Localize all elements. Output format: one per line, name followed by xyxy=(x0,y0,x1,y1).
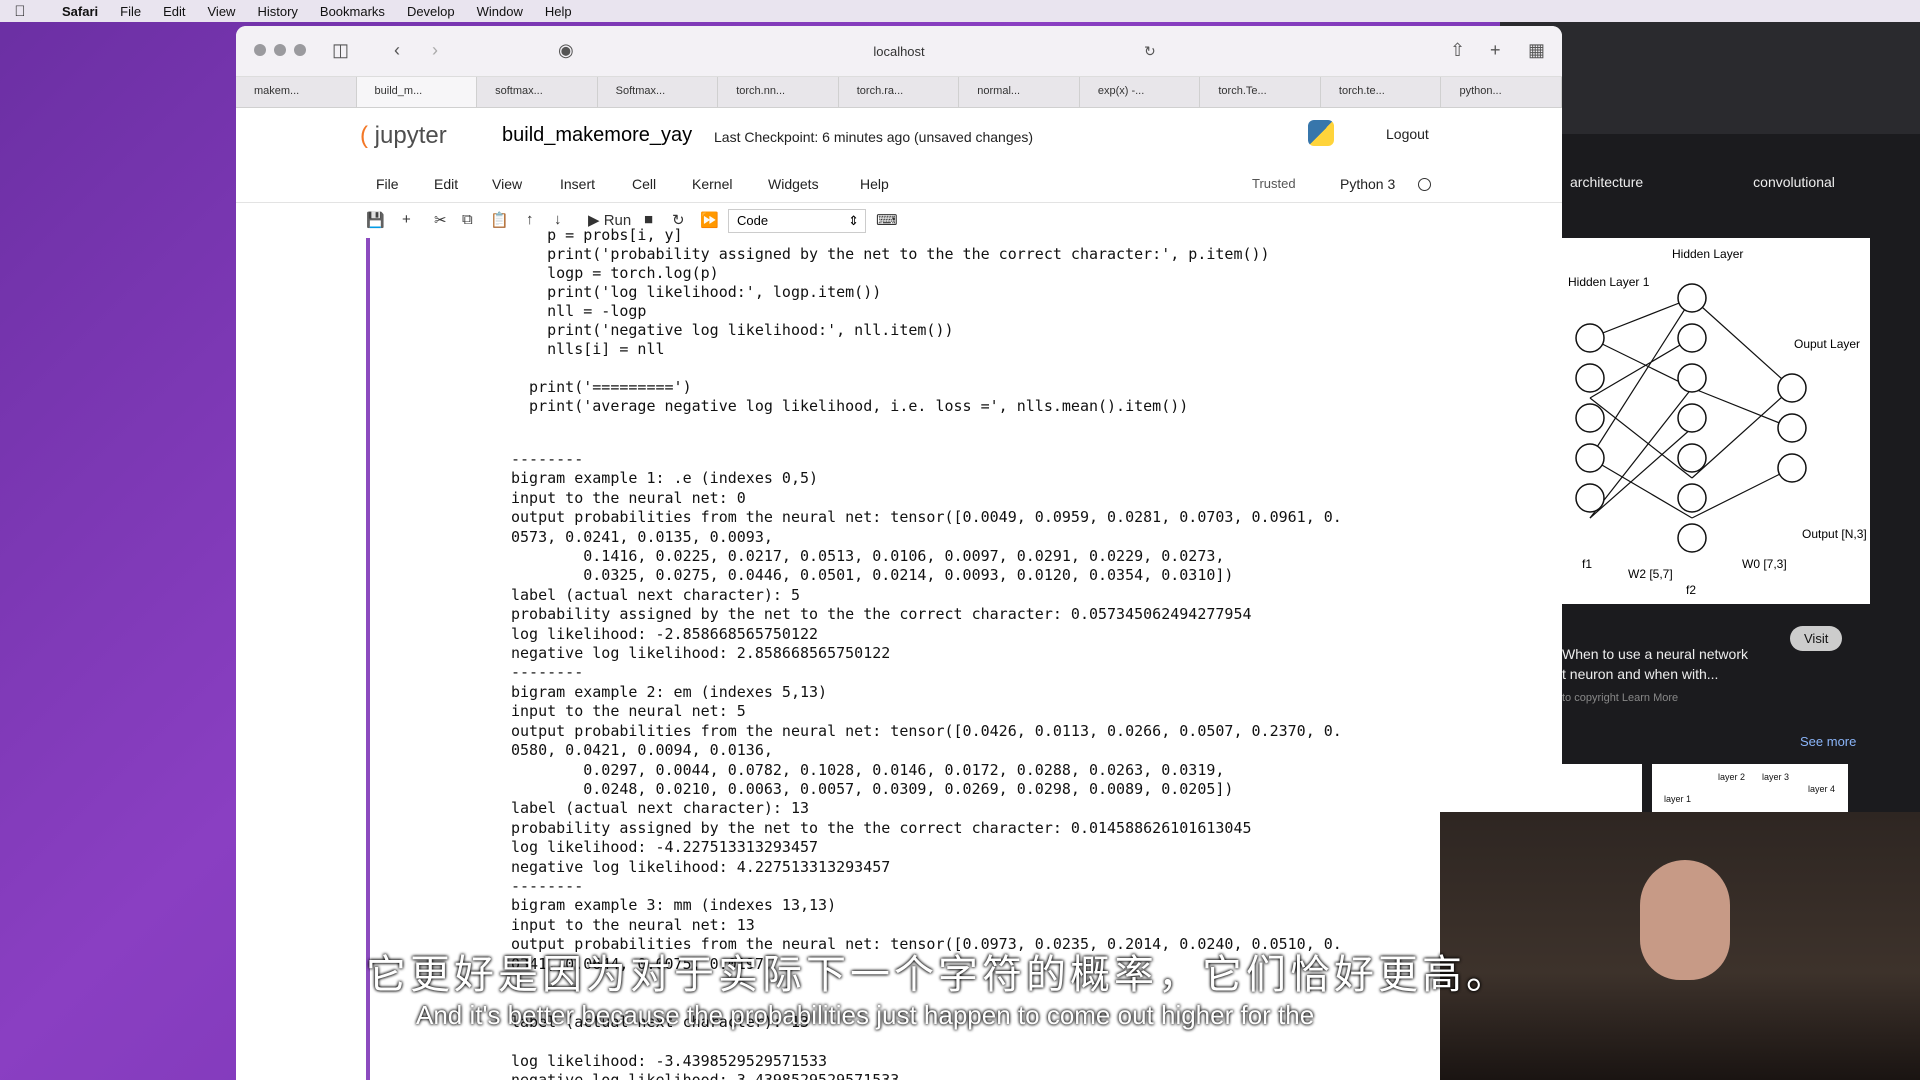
network-svg: Hidden Layer 1 Hidden Layer Ouput Layer … xyxy=(1568,247,1867,597)
menu-view[interactable]: View xyxy=(208,4,236,19)
subtitle-chinese: 它更好是因为对于实际下一个字符的概率，它们恰好更高。 xyxy=(366,953,1510,997)
jupyter-header: ( jupyter build_makemore_yay Last Checkp… xyxy=(236,108,1562,166)
jmenu-kernel[interactable]: Kernel xyxy=(692,176,732,192)
paste-icon[interactable]: 📋 xyxy=(490,211,509,229)
browser-tab[interactable]: makem... xyxy=(236,77,357,107)
thumbnail-1[interactable] xyxy=(1562,764,1642,814)
menu-edit[interactable]: Edit xyxy=(163,4,185,19)
jmenu-file[interactable]: File xyxy=(376,176,399,192)
menu-app-name[interactable]: Safari xyxy=(62,4,98,19)
browser-tab[interactable]: torch.nn... xyxy=(718,77,839,107)
diagram-label-w0: W0 [7,3] xyxy=(1742,557,1787,571)
thumb-label-layer4: layer 4 xyxy=(1808,784,1836,794)
share-icon[interactable]: ⇧ xyxy=(1450,40,1465,61)
tab-bar: makem... build_m... softmax... Softmax..… xyxy=(236,77,1562,108)
diagram-label-f2: f2 xyxy=(1686,583,1696,597)
see-more-link[interactable]: See more xyxy=(1800,734,1856,749)
thumb-label-layer3: layer 3 xyxy=(1762,772,1790,782)
trusted-indicator[interactable]: Trusted xyxy=(1252,176,1296,191)
jupyter-menu-bar: File Edit View Insert Cell Kernel Widget… xyxy=(236,166,1562,203)
copyright-note[interactable]: to copyright Learn More xyxy=(1562,692,1678,704)
diagram-label-output-layer: Ouput Layer xyxy=(1794,337,1860,351)
diagram-label-hidden-1: Hidden Layer 1 xyxy=(1568,275,1650,289)
visit-button[interactable]: Visit xyxy=(1790,626,1843,651)
menu-help[interactable]: Help xyxy=(545,4,572,19)
thumb-label-layer1: layer 1 xyxy=(1664,794,1692,804)
code-cell-input[interactable]: p = probs[i, y] print('probability assig… xyxy=(511,226,1270,416)
background-browser-window: architecture convolutional Hidden Layer … xyxy=(1500,22,1920,814)
menu-develop[interactable]: Develop xyxy=(407,4,455,19)
presenter-face xyxy=(1640,860,1730,980)
diagram-label-hidden-2: Hidden Layer xyxy=(1672,247,1743,261)
jupyter-logo-mark: ( xyxy=(360,122,368,149)
chip-architecture[interactable]: architecture xyxy=(1570,174,1643,190)
browser-tab[interactable]: torch.ra... xyxy=(839,77,960,107)
jmenu-edit[interactable]: Edit xyxy=(434,176,458,192)
jmenu-cell[interactable]: Cell xyxy=(632,176,656,192)
diagram-label-output-shape: Output [N,3] xyxy=(1802,527,1867,541)
menu-file[interactable]: File xyxy=(120,4,141,19)
logout-button[interactable]: Logout xyxy=(1376,122,1439,146)
thumb-label-layer2: layer 2 xyxy=(1718,772,1746,782)
apple-icon[interactable]:  xyxy=(0,3,40,20)
browser-tab[interactable]: softmax... xyxy=(477,77,598,107)
chip-convolutional[interactable]: convolutional xyxy=(1753,174,1835,190)
image-search-chips: architecture convolutional xyxy=(1570,174,1835,190)
browser-tab[interactable]: normal... xyxy=(959,77,1080,107)
browser-tab[interactable]: torch.te... xyxy=(1321,77,1442,107)
neural-network-diagram[interactable]: Hidden Layer 1 Hidden Layer Ouput Layer … xyxy=(1562,238,1870,604)
caption-line-1: When to use a neural network xyxy=(1562,646,1748,662)
subtitle-english: And it's better because the probabilitie… xyxy=(416,1000,1315,1030)
new-tab-icon[interactable]: + xyxy=(1490,40,1501,61)
background-toolbar xyxy=(1500,22,1920,134)
jmenu-widgets[interactable]: Widgets xyxy=(768,176,819,192)
menu-history[interactable]: History xyxy=(257,4,297,19)
kernel-status-icon xyxy=(1418,178,1431,191)
jupyter-logo[interactable]: ( jupyter xyxy=(360,122,447,150)
save-icon[interactable]: 💾 xyxy=(366,211,385,229)
checkpoint-status: Last Checkpoint: 6 minutes ago (unsaved … xyxy=(714,129,1034,145)
browser-tab[interactable]: build_m... xyxy=(356,77,478,107)
diagram-label-w2: W2 [5,7] xyxy=(1628,567,1673,581)
diagram-label-f1: f1 xyxy=(1582,557,1592,571)
safari-toolbar: ◫ ‹ › ◉ localhost ↻ ⇧ + ▦ xyxy=(236,26,1562,77)
macos-menu-bar:  Safari File Edit View History Bookmark… xyxy=(0,0,1920,22)
kernel-name[interactable]: Python 3 xyxy=(1340,176,1395,192)
jmenu-view[interactable]: View xyxy=(492,176,522,192)
copy-icon[interactable]: ⧉ xyxy=(462,211,473,228)
caption-line-2: t neuron and when with... xyxy=(1562,666,1719,682)
safari-window: ◫ ‹ › ◉ localhost ↻ ⇧ + ▦ makem... build… xyxy=(236,26,1562,1080)
browser-tab[interactable]: python... xyxy=(1441,77,1562,107)
browser-tab[interactable]: torch.Te... xyxy=(1200,77,1321,107)
notebook-title[interactable]: build_makemore_yay xyxy=(502,124,692,147)
thumbnail-2[interactable]: layer 1 layer 2 layer 3 layer 4 xyxy=(1652,764,1848,814)
menu-window[interactable]: Window xyxy=(477,4,523,19)
tab-overview-icon[interactable]: ▦ xyxy=(1528,40,1545,61)
menu-bookmarks[interactable]: Bookmarks xyxy=(320,4,385,19)
cut-icon[interactable]: ✂ xyxy=(434,211,447,229)
reload-icon[interactable]: ↻ xyxy=(1144,43,1156,60)
jmenu-insert[interactable]: Insert xyxy=(560,176,595,192)
browser-tab[interactable]: exp(x) -... xyxy=(1080,77,1201,107)
jmenu-help[interactable]: Help xyxy=(860,176,889,192)
add-cell-icon[interactable]: + xyxy=(402,211,411,228)
address-bar[interactable]: localhost xyxy=(236,44,1562,59)
jupyter-logo-text: jupyter xyxy=(374,122,447,149)
image-caption[interactable]: When to use a neural network t neuron an… xyxy=(1562,644,1748,684)
python-logo-icon xyxy=(1308,120,1334,146)
browser-tab[interactable]: Softmax... xyxy=(598,77,719,107)
